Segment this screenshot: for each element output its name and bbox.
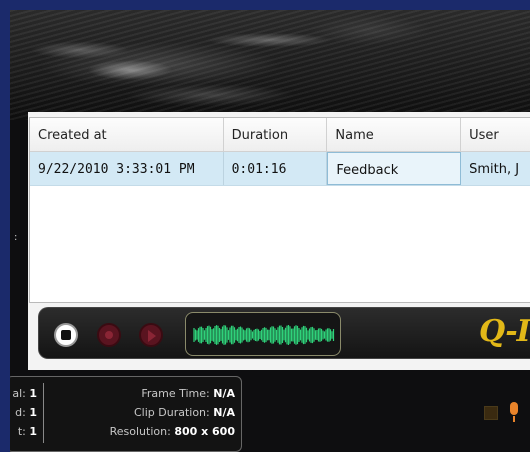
column-header-duration[interactable]: Duration bbox=[224, 118, 328, 151]
stop-button[interactable] bbox=[54, 323, 78, 347]
info-left-row: d: 1 bbox=[15, 406, 37, 419]
audio-player-bar: Q-I bbox=[38, 307, 530, 359]
clip-duration-info: Clip Duration: N/A bbox=[133, 406, 235, 419]
image-info-box: al: 1 d: 1 t: 1 Frame Time: N/A Clip Dur… bbox=[10, 376, 242, 452]
info-left-row: t: 1 bbox=[17, 425, 37, 438]
resolution-info: Resolution: 800 x 600 bbox=[109, 425, 235, 438]
mute-icon[interactable] bbox=[484, 406, 498, 420]
table-row[interactable]: 9/22/2010 3:33:01 PM 0:01:16 Feedback Sm… bbox=[30, 152, 530, 186]
record-button[interactable] bbox=[97, 323, 121, 347]
side-marker: : bbox=[14, 232, 18, 243]
recordings-grid: Created at Duration Name User 9/22/2010 … bbox=[29, 117, 530, 303]
ultrasound-image bbox=[10, 10, 530, 120]
brand-logo: Q-I bbox=[479, 314, 530, 349]
cell-duration: 0:01:16 bbox=[224, 152, 328, 185]
cell-user: Smith, J bbox=[469, 162, 520, 177]
play-button[interactable] bbox=[139, 323, 163, 347]
frame-time-info: Frame Time: N/A bbox=[141, 387, 235, 400]
cell-name[interactable]: Feedback bbox=[327, 152, 462, 185]
microphone-icon[interactable] bbox=[508, 402, 520, 424]
info-left-row: al: 1 bbox=[12, 387, 37, 400]
cell-created: 9/22/2010 3:33:01 PM bbox=[30, 152, 224, 185]
column-header-created[interactable]: Created at bbox=[30, 118, 224, 151]
column-header-user[interactable]: User bbox=[461, 118, 530, 151]
waveform-display bbox=[185, 312, 341, 356]
recordings-panel: Created at Duration Name User 9/22/2010 … bbox=[28, 112, 530, 370]
waveform-icon bbox=[193, 325, 335, 345]
grid-header: Created at Duration Name User bbox=[30, 118, 530, 152]
info-separator bbox=[43, 383, 44, 443]
column-header-name[interactable]: Name bbox=[327, 118, 462, 151]
